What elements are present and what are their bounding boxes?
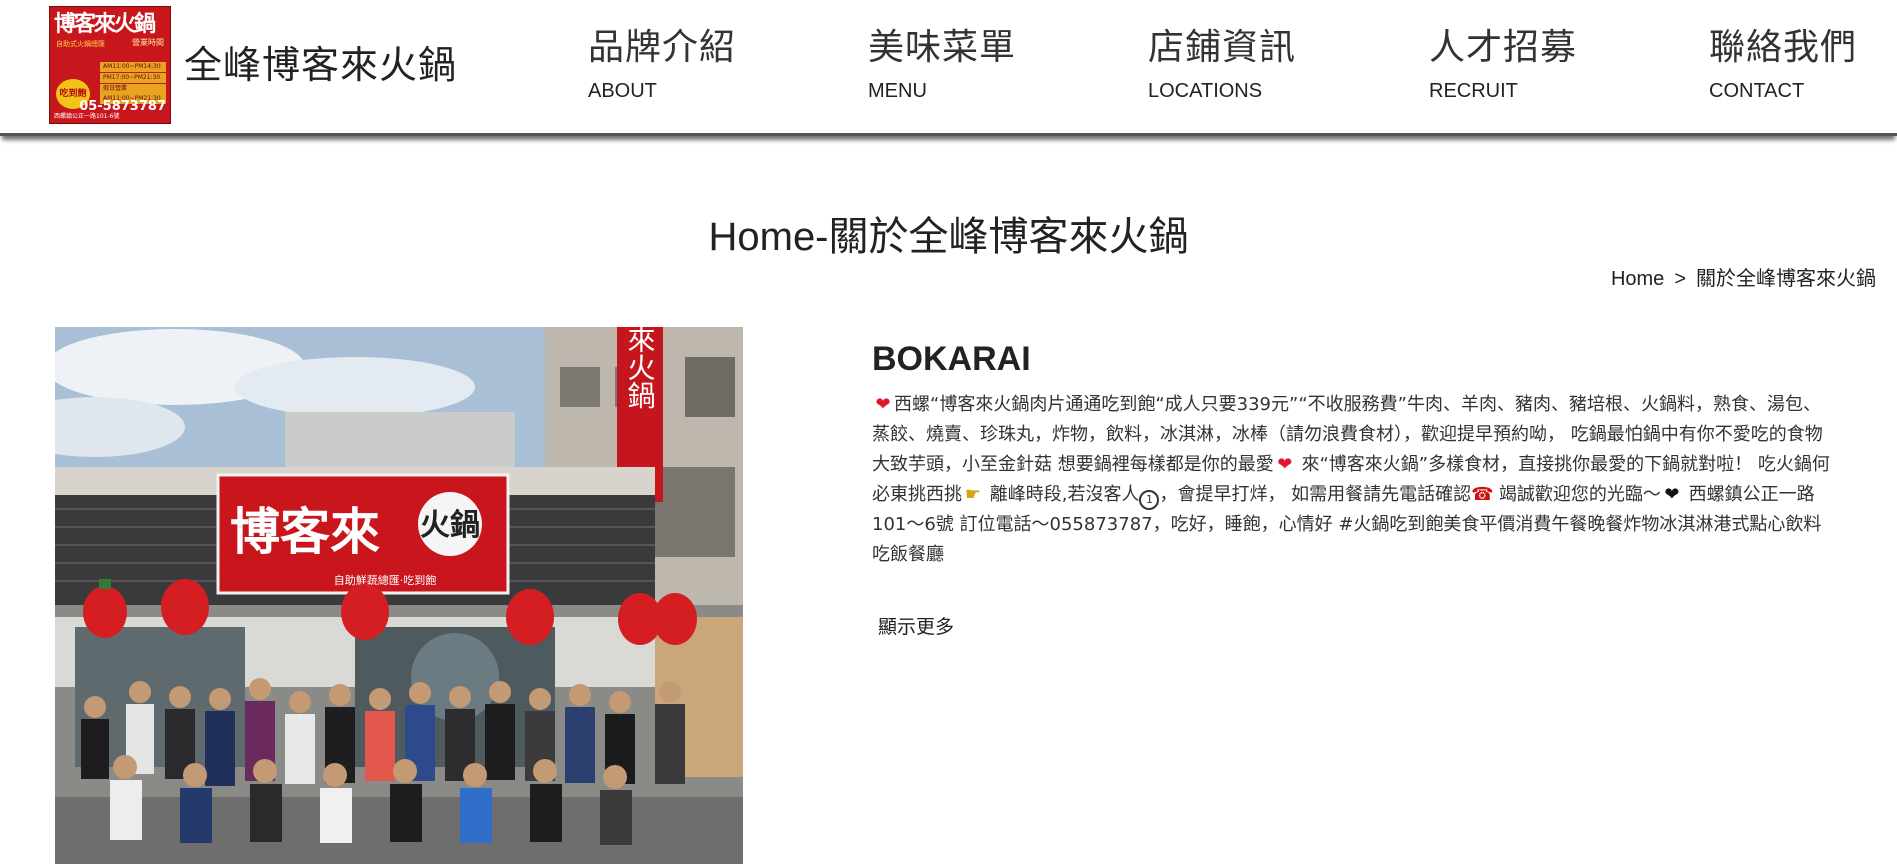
nav-label-zh: 美味菜單 [868, 27, 1017, 68]
logo-brand-text: 博客來火鍋 [54, 11, 156, 37]
storefront-photo: 來火鍋 博客來 火鍋 自助鮮蔬總匯·吃到飽 [55, 327, 743, 864]
nav-contact[interactable]: 聯絡我們 CONTACT [1709, 18, 1857, 103]
brand-heading: BOKARAI [872, 340, 1031, 378]
store-description: ❤ 西螺“博客來火鍋肉片通通吃到飽“成人只要339元”“不收服務費”牛肉、羊肉、豬… [872, 390, 1832, 570]
red-heart-icon: ❤ [1277, 454, 1293, 475]
pointing-hand-icon: ☛ [964, 484, 982, 505]
breadcrumb-home-link[interactable]: Home [1611, 268, 1664, 290]
description-text: 竭誠歡迎您的光臨～ [1493, 484, 1661, 505]
site-name[interactable]: 全峰博客來火鍋 [184, 34, 457, 89]
logo-hours-line: PM17:00~PM21:30 [100, 73, 166, 83]
clock-icon: 1 [1139, 490, 1160, 510]
nav-label-zh: 人才招募 [1429, 27, 1578, 68]
nav-recruit[interactable]: 人才招募 RECRUIT [1429, 18, 1577, 103]
logo-hours-line: AM11:00~PM14:30 [100, 62, 166, 72]
nav-label-en: ABOUT [588, 80, 657, 102]
nav-menu[interactable]: 美味菜單 MENU [868, 18, 1016, 103]
breadcrumb-current: 關於全峰博客來火鍋 [1696, 268, 1876, 290]
nav-label-en: RECRUIT [1429, 80, 1518, 102]
store-sign-sub: 自助鮮蔬總匯·吃到飽 [334, 573, 437, 587]
nav-label-en: MENU [868, 80, 927, 102]
nav-label-zh: 聯絡我們 [1709, 27, 1858, 68]
storefront-illustration: 來火鍋 博客來 火鍋 自助鮮蔬總匯·吃到飽 [55, 327, 743, 864]
red-heart-icon: ❤ [875, 394, 891, 415]
nav-locations[interactable]: 店鋪資訊 LOCATIONS [1148, 18, 1296, 103]
vertical-sign-char: 來火鍋 [624, 327, 657, 409]
store-sign-left: 博客來 [230, 502, 380, 561]
nav-label-zh: 品牌介紹 [588, 27, 737, 68]
black-heart-icon: ❤ [1664, 484, 1680, 505]
brand-logo[interactable]: 博客來火鍋 自助式火鍋總匯 營業時間 AM11:00~PM14:30 PM17:… [49, 6, 171, 124]
logo-subtitle: 自助式火鍋總匯 [56, 40, 105, 48]
description-text: ，會提早打烊， 如需用餐請先電話確認 [1159, 484, 1472, 505]
nav-label-zh: 店鋪資訊 [1148, 27, 1297, 68]
logo-hours-tag: 營業時間 [132, 38, 164, 47]
store-sign-right: 火鍋 [420, 508, 480, 543]
show-more-button[interactable]: 顯示更多 [878, 612, 954, 639]
description-text: 離峰時段,若沒客人 [984, 484, 1140, 505]
breadcrumb: Home > 關於全峰博客來火鍋 [1611, 262, 1876, 291]
page-title: Home-關於全峰博客來火鍋 [708, 215, 1189, 259]
logo-address: 西螺鎮公正一路101-6號 [54, 113, 120, 120]
nav-label-en: CONTACT [1709, 80, 1805, 102]
nav-label-en: LOCATIONS [1148, 80, 1263, 102]
telephone-icon: ☎ [1471, 484, 1494, 505]
breadcrumb-separator: > [1674, 268, 1686, 290]
site-header: 博客來火鍋 自助式火鍋總匯 營業時間 AM11:00~PM14:30 PM17:… [0, 0, 1897, 136]
nav-about[interactable]: 品牌介紹 ABOUT [588, 18, 736, 103]
